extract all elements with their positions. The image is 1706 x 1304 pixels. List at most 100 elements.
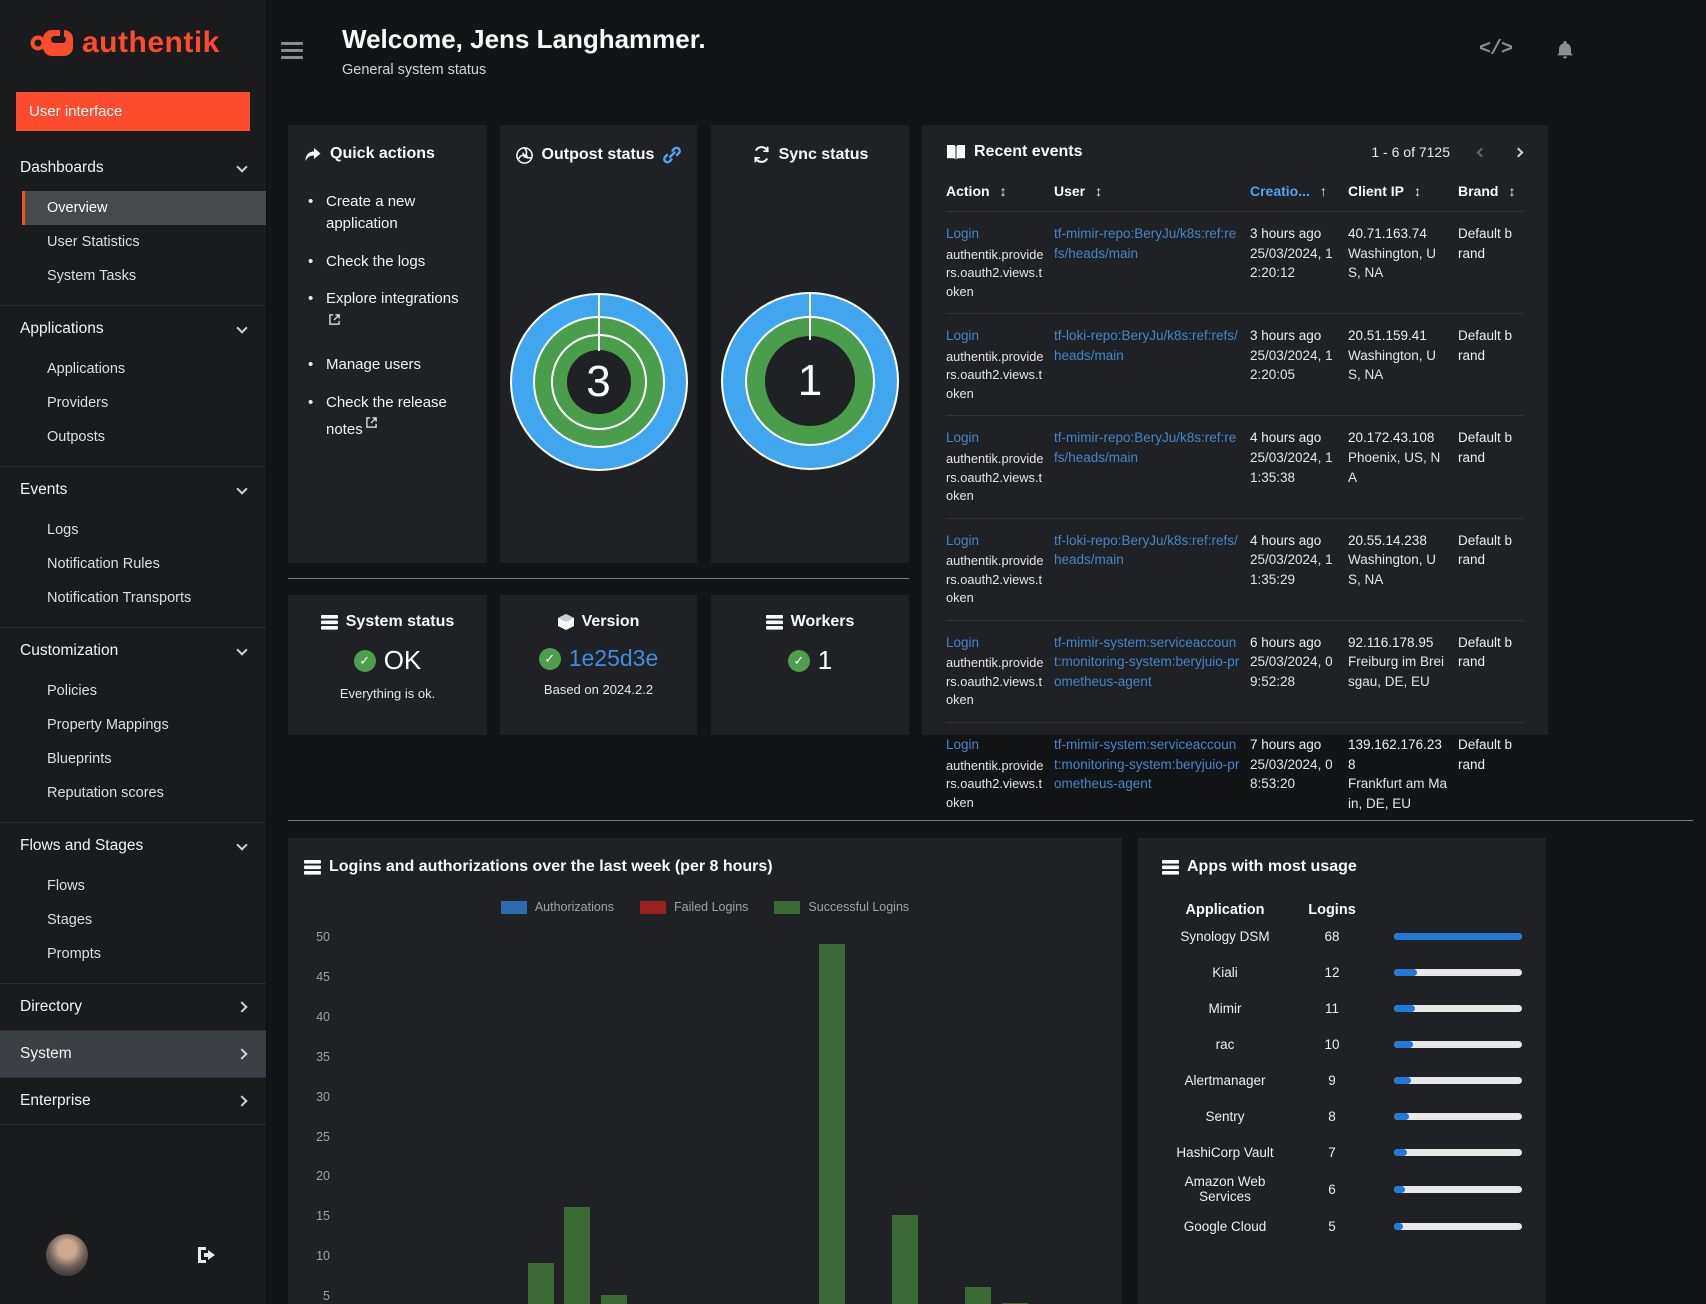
- api-drawer-icon[interactable]: </>: [1479, 38, 1513, 61]
- event-time-absolute: 25/03/2024, 11:35:38: [1250, 449, 1333, 485]
- sidebar-item-stages[interactable]: Stages: [22, 903, 266, 937]
- event-user-link[interactable]: tf-mimir-system:serviceaccount:monitorin…: [1054, 737, 1239, 791]
- sidebar-item-logs[interactable]: Logs: [22, 513, 266, 547]
- user-interface-button[interactable]: User interface: [16, 92, 250, 131]
- event-time-relative: 3 hours ago: [1250, 226, 1322, 241]
- quick-action-manage-users[interactable]: Manage users: [304, 346, 471, 384]
- sort-header-brand[interactable]: Brand ↕: [1458, 183, 1524, 199]
- prev-page-button[interactable]: [1476, 147, 1487, 158]
- system-status-value: OK: [383, 645, 422, 675]
- usage-track: [1394, 932, 1522, 940]
- sidebar-item-policies[interactable]: Policies: [22, 674, 266, 708]
- y-tick-label: 20: [316, 1169, 330, 1184]
- chevron-down-icon: [236, 838, 248, 851]
- sidebar-item-overview[interactable]: Overview: [22, 191, 266, 225]
- sidebar-section-toggle-events[interactable]: Events: [0, 467, 266, 513]
- next-page-button[interactable]: [1513, 147, 1524, 158]
- server-icon: [304, 859, 321, 875]
- legend-label: Successful Logins: [808, 900, 910, 914]
- event-action-link[interactable]: Login: [946, 328, 979, 343]
- usage-track: [1394, 968, 1522, 976]
- sort-header-action[interactable]: Action ↕: [946, 183, 1054, 199]
- sidebar-item-prompts[interactable]: Prompts: [22, 937, 266, 971]
- usage-fill: [1394, 932, 1522, 940]
- event-user-link[interactable]: tf-mimir-repo:BeryJu/k8s:ref:refs/heads/…: [1054, 430, 1236, 465]
- quick-action-label: Explore integrations: [326, 290, 459, 308]
- apps-row-hashicorp-vault: HashiCorp Vault 7: [1162, 1134, 1522, 1170]
- donut-tick: [809, 294, 811, 340]
- sidebar-section-toggle-directory[interactable]: Directory: [0, 984, 266, 1030]
- sort-header-user[interactable]: User ↕: [1054, 183, 1250, 199]
- sidebar-items: Overview User Statistics System Tasks: [0, 191, 266, 305]
- event-action-cell: Login authentik.providers.oauth2.views.to…: [946, 326, 1054, 403]
- sort-header-creatio[interactable]: Creatio... ↑: [1250, 183, 1348, 199]
- event-action-cell: Login authentik.providers.oauth2.views.to…: [946, 428, 1054, 505]
- check-circle-icon: ✓: [787, 649, 810, 672]
- sidebar-section-toggle-applications[interactable]: Applications: [0, 306, 266, 352]
- sidebar-item-outposts[interactable]: Outposts: [22, 420, 266, 454]
- version-value[interactable]: 1e25d3e: [569, 645, 659, 672]
- sidebar-item-flows[interactable]: Flows: [22, 869, 266, 903]
- usage-track: [1394, 1148, 1522, 1156]
- sidebar-item-applications[interactable]: Applications: [22, 352, 266, 386]
- event-user-link[interactable]: tf-loki-repo:BeryJu/k8s:ref:refs/heads/m…: [1054, 533, 1238, 568]
- sidebar-items: Flows Stages Prompts: [0, 869, 266, 983]
- event-user-link[interactable]: tf-mimir-repo:BeryJu/k8s:ref:refs/heads/…: [1054, 226, 1236, 261]
- chart-bar: [564, 1207, 591, 1304]
- quick-action-check-the-release-notes[interactable]: Check the release notes: [304, 384, 471, 450]
- apps-table-header: Application Logins: [1162, 902, 1522, 918]
- link-icon[interactable]: [662, 145, 682, 165]
- event-time-relative: 6 hours ago: [1250, 634, 1322, 650]
- event-ip-cell: 20.55.14.238 Washington, US, NA: [1348, 531, 1458, 608]
- logout-icon[interactable]: [196, 1245, 218, 1265]
- chart-bars: [340, 926, 1106, 1304]
- event-action-link[interactable]: Login: [946, 635, 979, 650]
- sidebar-item-notification-transports[interactable]: Notification Transports: [22, 581, 266, 615]
- sidebar-item-property-mappings[interactable]: Property Mappings: [22, 708, 266, 742]
- sidebar-section-toggle-enterprise[interactable]: Enterprise: [0, 1078, 266, 1124]
- app-name: Mimir: [1208, 1000, 1242, 1016]
- notification-bell-icon[interactable]: [1554, 39, 1576, 61]
- sidebar-section-toggle-flows-and-stages[interactable]: Flows and Stages: [0, 823, 266, 869]
- event-action-link[interactable]: Login: [946, 533, 979, 548]
- quick-action-check-the-logs[interactable]: Check the logs: [304, 243, 471, 281]
- menu-toggle-icon[interactable]: [281, 42, 303, 63]
- event-action-link[interactable]: Login: [946, 737, 979, 752]
- avatar[interactable]: [46, 1234, 88, 1276]
- sidebar-item-blueprints[interactable]: Blueprints: [22, 742, 266, 776]
- sidebar-section-toggle-customization[interactable]: Customization: [0, 628, 266, 674]
- app-usage-bar: [1376, 968, 1522, 976]
- server-icon: [320, 614, 338, 630]
- event-action-link[interactable]: Login: [946, 430, 979, 445]
- quick-action-explore-integrations[interactable]: Explore integrations: [304, 280, 471, 346]
- event-user-link[interactable]: tf-loki-repo:BeryJu/k8s:ref:refs/heads/m…: [1054, 328, 1238, 363]
- event-user-link[interactable]: tf-mimir-system:serviceaccount:monitorin…: [1054, 635, 1239, 689]
- sidebar-section-enterprise: Enterprise: [0, 1077, 266, 1125]
- quick-action-create-a-new-application[interactable]: Create a new application: [304, 183, 471, 243]
- sidebar-item-providers[interactable]: Providers: [22, 386, 266, 420]
- workers-title: Workers: [790, 613, 855, 630]
- legend-label: Authorizations: [534, 900, 615, 914]
- chevron-right-icon: [236, 1001, 248, 1013]
- sidebar-item-system-tasks[interactable]: System Tasks: [22, 259, 266, 293]
- sort-header-client-ip[interactable]: Client IP ↕: [1348, 183, 1458, 199]
- quick-action-label: Create a new application: [326, 193, 416, 232]
- sidebar-section-toggle-dashboards[interactable]: Dashboards: [0, 145, 266, 191]
- sidebar-section-toggle-system[interactable]: System: [0, 1031, 266, 1077]
- event-time-relative: 4 hours ago: [1250, 430, 1322, 446]
- sidebar-item-reputation-scores[interactable]: Reputation scores: [22, 776, 266, 810]
- sidebar-item-notification-rules[interactable]: Notification Rules: [22, 547, 266, 581]
- chart-bar: [892, 1215, 919, 1304]
- event-action-link[interactable]: Login: [946, 226, 979, 241]
- app-usage-bar: [1376, 1112, 1522, 1120]
- event-geo: Washington, US, NA: [1348, 245, 1437, 281]
- column-label: Action: [946, 183, 990, 199]
- sidebar-item-user-statistics[interactable]: User Statistics: [22, 225, 266, 259]
- version-card: Version ✓ 1e25d3e Based on 2024.2.2: [500, 595, 697, 735]
- sort-icon: ↕: [1095, 183, 1103, 199]
- usage-track: [1394, 1185, 1522, 1193]
- table-row: Login authentik.providers.oauth2.views.to…: [946, 517, 1524, 620]
- event-time-absolute: 25/03/2024, 12:20:05: [1250, 347, 1333, 383]
- system-status-detail: Everything is ok.: [339, 686, 436, 701]
- app-logins: 5: [1328, 1218, 1336, 1234]
